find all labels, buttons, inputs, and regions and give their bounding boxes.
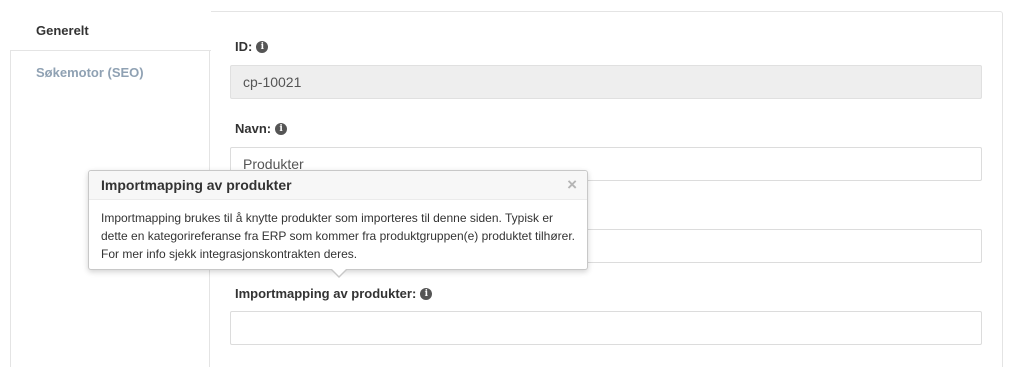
id-label-row: ID: i bbox=[235, 39, 269, 54]
popover-title: Importmapping av produkter bbox=[101, 177, 292, 193]
popover-body-line: Importmapping brukes til å knytte produk… bbox=[101, 211, 553, 225]
info-icon[interactable]: i bbox=[256, 40, 269, 53]
popover-body-line: For mer info sjekk integrasjonskontrakte… bbox=[101, 247, 358, 261]
popover-body-line: dette en kategorireferanse fra ERP som k… bbox=[101, 229, 576, 243]
import-mapping-label-row: Importmapping av produkter: i bbox=[235, 286, 433, 301]
close-icon[interactable]: × bbox=[567, 175, 577, 195]
name-label-row: Navn: i bbox=[235, 121, 288, 136]
id-field[interactable] bbox=[230, 65, 982, 99]
tab-generelt[interactable]: Generelt bbox=[10, 11, 211, 51]
popover-arrow-inner bbox=[331, 268, 347, 276]
popover-body: Importmapping brukes til å knytte produk… bbox=[89, 200, 587, 272]
import-mapping-field[interactable] bbox=[230, 311, 982, 345]
name-label: Navn: bbox=[235, 121, 272, 136]
info-icon[interactable]: i bbox=[420, 287, 433, 300]
import-mapping-label: Importmapping av produkter: bbox=[235, 286, 417, 301]
id-label: ID: bbox=[235, 39, 253, 54]
info-icon[interactable]: i bbox=[275, 122, 288, 135]
tab-seo[interactable]: Søkemotor (SEO) bbox=[10, 53, 210, 93]
popover-header: Importmapping av produkter × bbox=[89, 171, 587, 200]
help-popover: Importmapping av produkter × Importmappi… bbox=[88, 170, 588, 278]
